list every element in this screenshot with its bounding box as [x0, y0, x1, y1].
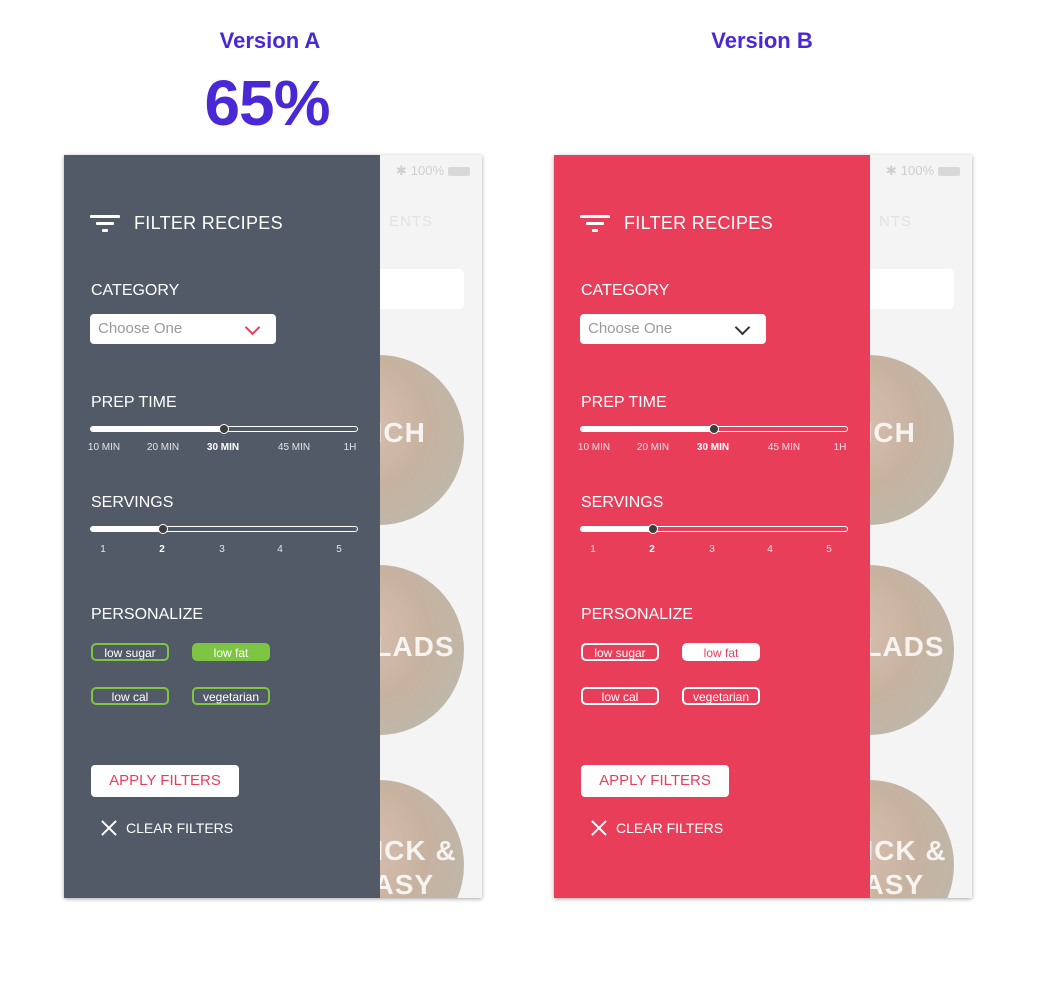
servings-slider[interactable]: [90, 524, 358, 534]
background-tab-label: ENTS: [389, 213, 434, 230]
servings-tick: 2: [159, 544, 165, 555]
servings-tick: 1: [100, 544, 106, 555]
prep-time-tick: 20 MIN: [636, 442, 670, 453]
filter-header: FILTER RECIPES: [90, 211, 283, 235]
battery-icon: [938, 167, 960, 177]
prep-time-tick: 10 MIN: [577, 442, 611, 453]
servings-tick: 5: [826, 544, 832, 555]
status-bar: ✱ 100%: [886, 163, 960, 179]
apply-filters-button[interactable]: APPLY FILTERS: [91, 765, 239, 797]
prep-time-slider[interactable]: [90, 424, 358, 434]
version-b-title: Version B: [711, 28, 813, 53]
version-a-percent: 65%: [204, 67, 330, 139]
servings-tick: 2: [649, 544, 655, 555]
phone-version-a: ✱ 100% ENTS NCH SALADS QUICK & EASY FILTE…: [64, 155, 482, 898]
bluetooth-icon: ✱: [395, 163, 407, 178]
servings-label: SERVINGS: [581, 494, 664, 511]
chevron-down-icon: [734, 319, 751, 336]
prep-time-tick: 45 MIN: [277, 442, 311, 453]
category-select-value: Choose One: [98, 320, 183, 337]
category-select[interactable]: Choose One: [90, 314, 276, 344]
prep-time-tick: 10 MIN: [87, 442, 121, 453]
prep-time-tick: 20 MIN: [146, 442, 180, 453]
filter-title: FILTER RECIPES: [624, 212, 773, 233]
battery-percent: 100%: [900, 163, 934, 178]
prep-time-tick: 45 MIN: [767, 442, 801, 453]
status-bar: ✱ 100%: [396, 163, 470, 179]
phone-version-b: ✱ 100% NTS NCH SALADS QUICK & EASY FILTER…: [554, 155, 972, 898]
close-icon: [590, 819, 608, 837]
prep-time-label: PREP TIME: [91, 394, 177, 411]
prep-time-slider-fill: [91, 427, 224, 431]
prep-time-slider[interactable]: [580, 424, 848, 434]
servings-slider-handle[interactable]: [647, 524, 658, 534]
personalize-label: PERSONALIZE: [91, 606, 204, 623]
category-select[interactable]: Choose One: [580, 314, 766, 344]
battery-percent: 100%: [410, 163, 444, 178]
chip-vegetarian[interactable]: vegetarian: [192, 687, 270, 705]
servings-tick: 4: [277, 544, 283, 555]
category-label: CATEGORY: [581, 282, 670, 299]
clear-filters-button[interactable]: CLEAR FILTERS: [590, 819, 723, 837]
clear-filters-label: CLEAR FILTERS: [616, 820, 724, 836]
chip-vegetarian[interactable]: vegetarian: [682, 687, 760, 705]
chip-low-fat[interactable]: low fat: [682, 643, 760, 661]
filter-header: FILTER RECIPES: [580, 211, 773, 235]
prep-time-slider-fill: [581, 427, 714, 431]
filter-icon: [580, 211, 610, 235]
filter-title: FILTER RECIPES: [134, 212, 283, 233]
chip-low-sugar[interactable]: low sugar: [581, 643, 659, 661]
servings-tick: 1: [590, 544, 596, 555]
prep-time-tick: 1H: [343, 442, 357, 453]
chip-low-sugar[interactable]: low sugar: [91, 643, 169, 661]
prep-time-tick: 1H: [833, 442, 847, 453]
servings-slider[interactable]: [580, 524, 848, 534]
prep-time-label: PREP TIME: [581, 394, 667, 411]
clear-filters-label: CLEAR FILTERS: [126, 820, 234, 836]
filter-icon: [90, 211, 120, 235]
chevron-down-icon: [244, 319, 261, 336]
clear-filters-button[interactable]: CLEAR FILTERS: [100, 819, 233, 837]
filter-panel: FILTER RECIPES CATEGORY Choose One PREP …: [64, 155, 380, 898]
prep-time-tick: 30 MIN: [206, 442, 240, 453]
version-a-title: Version A: [219, 28, 321, 53]
apply-filters-button[interactable]: APPLY FILTERS: [581, 765, 729, 797]
prep-time-tick: 30 MIN: [696, 442, 730, 453]
prep-time-slider-handle[interactable]: [709, 424, 719, 434]
chip-low-cal[interactable]: low cal: [91, 687, 169, 705]
servings-tick: 5: [336, 544, 342, 555]
category-select-value: Choose One: [588, 320, 673, 337]
servings-tick: 4: [767, 544, 773, 555]
background-tab-label: NTS: [879, 213, 912, 230]
category-label: CATEGORY: [91, 282, 180, 299]
servings-tick: 3: [709, 544, 715, 555]
battery-icon: [448, 167, 470, 177]
chip-low-cal[interactable]: low cal: [581, 687, 659, 705]
chip-low-fat[interactable]: low fat: [192, 643, 270, 661]
prep-time-slider-handle[interactable]: [219, 424, 229, 434]
bluetooth-icon: ✱: [885, 163, 897, 178]
filter-panel: FILTER RECIPES CATEGORY Choose One PREP …: [554, 155, 870, 898]
close-icon: [100, 819, 118, 837]
servings-label: SERVINGS: [91, 494, 174, 511]
servings-slider-fill: [91, 527, 163, 531]
servings-slider-fill: [581, 527, 653, 531]
personalize-label: PERSONALIZE: [581, 606, 694, 623]
servings-slider-handle[interactable]: [157, 524, 168, 534]
servings-tick: 3: [219, 544, 225, 555]
